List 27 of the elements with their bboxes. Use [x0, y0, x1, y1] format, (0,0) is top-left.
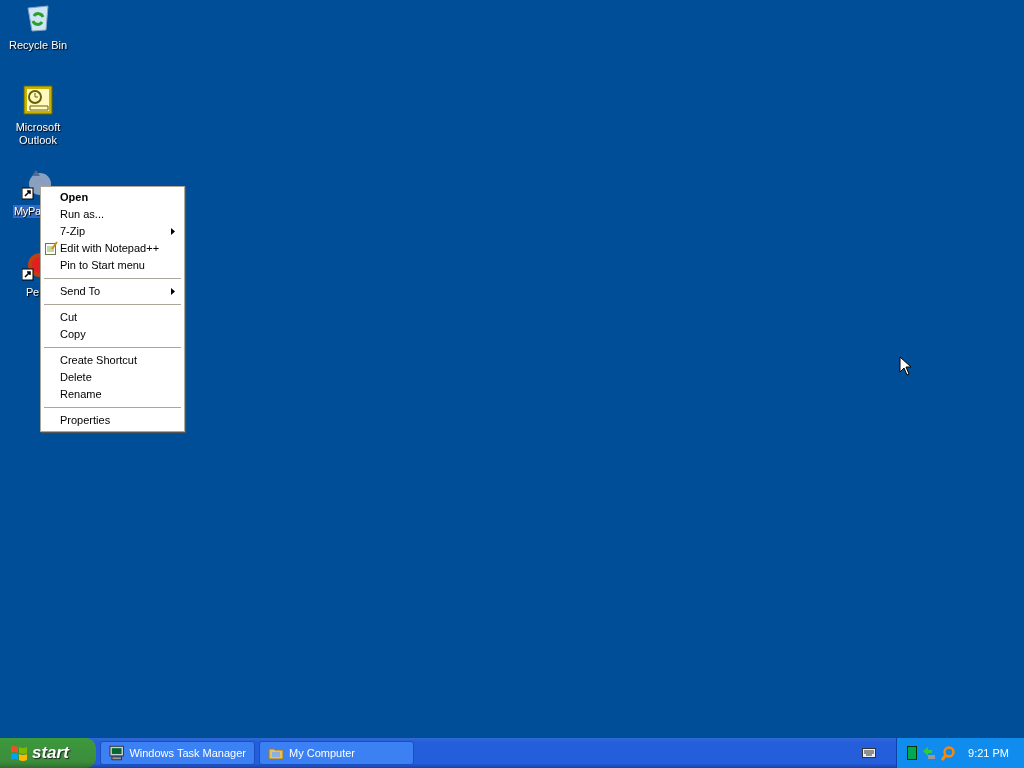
tray-app-icon[interactable] — [907, 746, 918, 760]
taskbar-button[interactable]: My Computer — [259, 741, 414, 765]
menu-item[interactable]: Delete — [43, 369, 182, 386]
keyboard-icon[interactable] — [862, 748, 877, 758]
menu-item[interactable]: Create Shortcut — [43, 352, 182, 369]
windows-flag-icon — [10, 744, 28, 762]
icon-label[interactable]: MyPa — [13, 205, 42, 218]
menu-item[interactable]: Edit with Notepad++ — [43, 240, 182, 257]
menu-item[interactable]: Copy — [43, 326, 182, 343]
menu-item[interactable]: Run as... — [43, 206, 182, 223]
menu-item[interactable]: Cut — [43, 309, 182, 326]
taskbar-button[interactable]: Windows Task Manager — [100, 741, 255, 765]
cursor-icon — [899, 356, 912, 376]
menu-item[interactable]: Properties — [43, 412, 182, 429]
menu-item[interactable]: 7-Zip — [43, 223, 182, 240]
computer-icon — [109, 745, 125, 761]
menu-item[interactable]: Pin to Start menu — [43, 257, 182, 274]
menu-item[interactable]: Rename — [43, 386, 182, 403]
menu-item[interactable]: Open — [43, 189, 182, 206]
icon-label[interactable]: Recycle Bin — [7, 39, 69, 52]
clock[interactable]: 9:21 PM — [968, 744, 1009, 762]
start-button[interactable]: start — [0, 738, 96, 768]
icon-label[interactable]: Microsoft Outlook — [0, 121, 76, 147]
folder-icon — [268, 745, 284, 761]
icon-label[interactable]: Pe — [25, 286, 40, 299]
menu-item[interactable]: Send To — [43, 283, 182, 300]
calendar-icon[interactable] — [22, 84, 54, 116]
